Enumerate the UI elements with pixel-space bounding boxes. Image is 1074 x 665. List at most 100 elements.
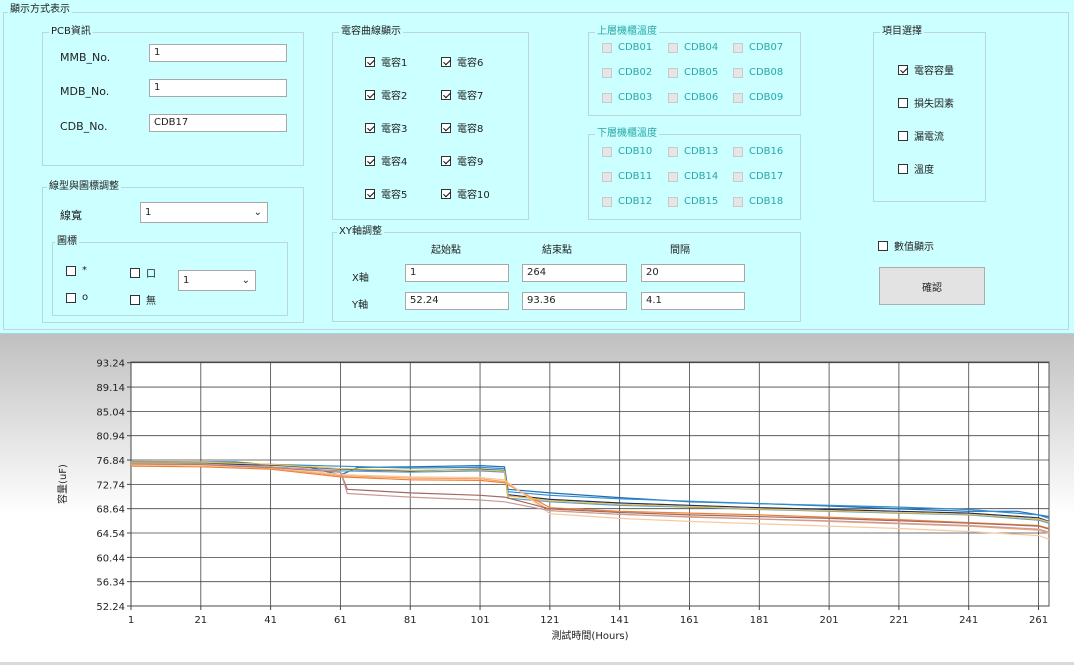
curve-option-8[interactable]: 電容8 (441, 120, 483, 135)
lower-temp-cdb11-label: CDB11 (618, 171, 653, 182)
item-select-3-label: 漏電流 (914, 132, 944, 143)
xy-col-interval: 間隔 (670, 245, 690, 256)
item-select-2[interactable]: 損失因素 (898, 95, 954, 110)
value-display-option[interactable]: 數值顯示 (878, 238, 934, 253)
x-end-input[interactable]: 264 (522, 264, 627, 282)
xy-col-start: 起始點 (431, 245, 461, 256)
icon-opt-circle-checkbox[interactable] (66, 292, 76, 303)
y-tick-label: 76.84 (96, 456, 125, 467)
upper-temp-cdb03: CDB03 (602, 92, 652, 103)
y-start-input[interactable]: 52.24 (405, 292, 509, 310)
upper-temp-cdb04: CDB04 (668, 42, 718, 53)
icon-opt-circle[interactable]: o (66, 292, 88, 303)
cdb-input[interactable]: CDB17 (149, 114, 287, 132)
item-select-1[interactable]: 電容容量 (898, 62, 954, 77)
upper-temp-cdb05: CDB05 (668, 67, 718, 78)
curve-option-4-checkbox[interactable] (365, 155, 375, 166)
lower-temp-cdb17-label: CDB17 (749, 171, 784, 182)
curve-option-3-checkbox[interactable] (365, 122, 375, 133)
lower-temp-cdb14-checkbox (668, 171, 678, 182)
y-tick-label: 60.44 (96, 553, 125, 564)
lower-temp-cdb16-checkbox (733, 146, 743, 157)
icon-opt-none[interactable]: 無 (130, 292, 156, 307)
y-tick-label: 89.14 (96, 383, 125, 394)
curve-option-1[interactable]: 電容1 (365, 54, 407, 69)
curves-title: 電容曲線顯示 (339, 25, 403, 39)
curve-option-7-checkbox[interactable] (441, 89, 451, 100)
y-tick-label: 72.74 (96, 480, 125, 491)
curve-option-10-checkbox[interactable] (441, 188, 451, 199)
lower-temp-cdb16: CDB16 (733, 146, 783, 157)
x-tick-label: 141 (610, 615, 629, 626)
upper-temp-cdb03-checkbox (602, 92, 612, 103)
lower-temp-cdb15-label: CDB15 (684, 196, 719, 207)
icon-size-select[interactable]: 1 ⌄ (178, 270, 256, 291)
upper-temp-cdb09-label: CDB09 (749, 92, 784, 103)
curve-option-6[interactable]: 電容6 (441, 54, 483, 69)
item-select-3-checkbox[interactable] (898, 130, 908, 141)
lower-temp-cdb11: CDB11 (602, 171, 652, 182)
upper-temp-cdb02-checkbox (602, 67, 612, 78)
item-select-4-checkbox[interactable] (898, 163, 908, 174)
icon-opt-square-checkbox[interactable] (130, 267, 140, 278)
mdb-input[interactable]: 1 (149, 79, 287, 97)
icon-opt-star-checkbox[interactable] (66, 265, 76, 276)
curve-option-7[interactable]: 電容7 (441, 87, 483, 102)
item-select-title: 項目選擇 (880, 25, 924, 39)
icon-opt-square[interactable]: 口 (130, 265, 156, 280)
item-select-3[interactable]: 漏電流 (898, 128, 944, 143)
curve-option-6-label: 電容6 (457, 58, 484, 69)
curve-option-5[interactable]: 電容5 (365, 186, 407, 201)
x-tick-label: 1 (128, 615, 134, 626)
icon-opt-none-checkbox[interactable] (130, 294, 140, 305)
x-interval-input[interactable]: 20 (641, 264, 745, 282)
lower-temp-cdb13-checkbox (668, 146, 678, 157)
y-tick-label: 93.24 (96, 359, 125, 370)
curve-option-3[interactable]: 電容3 (365, 120, 407, 135)
curve-option-2-checkbox[interactable] (365, 89, 375, 100)
lower-temp-cdb14-label: CDB14 (684, 171, 719, 182)
upper-temp-cdb08: CDB08 (733, 67, 783, 78)
line-width-select[interactable]: 1 ⌄ (140, 202, 268, 223)
item-select-4[interactable]: 溫度 (898, 161, 934, 176)
upper-temp-cdb02-label: CDB02 (618, 67, 653, 78)
curve-option-2[interactable]: 電容2 (365, 87, 407, 102)
curve-option-8-label: 電容8 (457, 124, 484, 135)
lower-temp-cdb18-label: CDB18 (749, 196, 784, 207)
curve-option-4-label: 電容4 (381, 157, 408, 168)
x-tick-label: 181 (750, 615, 769, 626)
x-tick-label: 261 (1029, 615, 1048, 626)
upper-temp-cdb01-label: CDB01 (618, 42, 653, 53)
y-interval-input[interactable]: 4.1 (641, 292, 745, 310)
upper-temp-cdb04-label: CDB04 (684, 42, 719, 53)
value-display-checkbox[interactable] (878, 240, 888, 251)
y-end-input[interactable]: 93.36 (522, 292, 627, 310)
curve-option-10[interactable]: 電容10 (441, 186, 490, 201)
y-tick-label: 68.64 (96, 505, 125, 516)
icon-group-title: 圖標 (55, 235, 79, 249)
curve-option-1-checkbox[interactable] (365, 56, 375, 67)
item-select-2-checkbox[interactable] (898, 97, 908, 108)
x-start-input[interactable]: 1 (405, 264, 509, 282)
mmb-input[interactable]: 1 (149, 44, 287, 62)
icon-opt-star[interactable]: * (66, 265, 87, 276)
confirm-button[interactable]: 確認 (879, 267, 985, 305)
lower-temp-cdb12: CDB12 (602, 196, 652, 207)
item-select-1-checkbox[interactable] (898, 64, 908, 75)
lower-temp-cdb15-checkbox (668, 196, 678, 207)
curve-option-5-checkbox[interactable] (365, 188, 375, 199)
curve-option-9-label: 電容9 (457, 157, 484, 168)
curve-option-6-checkbox[interactable] (441, 56, 451, 67)
upper-temp-cdb01: CDB01 (602, 42, 652, 53)
curve-option-9-checkbox[interactable] (441, 155, 451, 166)
chevron-down-icon: ⌄ (253, 207, 262, 218)
upper-temp-cdb09: CDB09 (733, 92, 783, 103)
curve-option-8-checkbox[interactable] (441, 122, 451, 133)
chevron-down-icon: ⌄ (241, 275, 250, 286)
y-tick-label: 52.24 (96, 602, 125, 613)
x-tick-label: 41 (264, 615, 277, 626)
line-width-value: 1 (145, 207, 152, 218)
icon-size-value: 1 (183, 275, 190, 286)
curve-option-4[interactable]: 電容4 (365, 153, 407, 168)
curve-option-9[interactable]: 電容9 (441, 153, 483, 168)
